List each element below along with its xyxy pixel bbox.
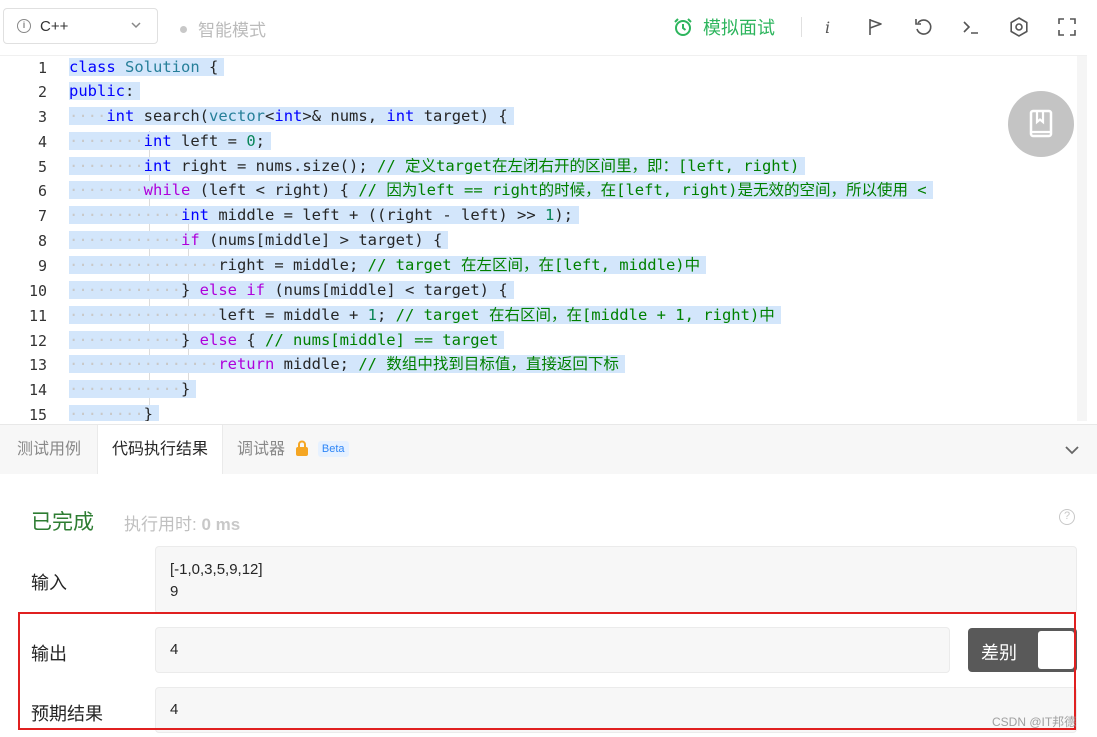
help-icon[interactable]: ?: [1059, 509, 1075, 525]
svg-text:i: i: [825, 18, 830, 37]
notes-button[interactable]: [1008, 91, 1074, 157]
flag-icon[interactable]: [864, 16, 886, 38]
line-number: 3: [37, 108, 47, 126]
line-number: 6: [37, 182, 47, 200]
line-number: 13: [28, 356, 47, 374]
line-number: 15: [28, 406, 47, 421]
runtime-text: 执行用时: 0 ms: [124, 510, 240, 535]
editor-scrollbar[interactable]: [1077, 56, 1087, 421]
line-number: 12: [28, 332, 47, 350]
code-line[interactable]: ········}: [69, 403, 159, 421]
code-line[interactable]: ········int left = 0;: [69, 130, 272, 152]
input-line: 9: [170, 583, 179, 600]
line-number: 7: [37, 207, 47, 225]
code-line[interactable]: ············if (nums[middle] > target) {: [69, 229, 449, 251]
reset-icon[interactable]: [912, 16, 934, 38]
line-number: 10: [28, 282, 47, 300]
line-number: 2: [37, 83, 47, 101]
input-line: [-1,0,3,5,9,12]: [170, 561, 263, 578]
smart-mode-toggle[interactable]: 智能模式: [180, 16, 266, 41]
chevron-down-icon[interactable]: [1063, 441, 1081, 459]
tab-debugger[interactable]: 调试器 Beta: [223, 425, 363, 475]
mock-interview-label: 模拟面试: [703, 18, 775, 38]
info-icon: i: [17, 19, 31, 33]
line-number: 1: [37, 59, 47, 77]
info-italic-icon[interactable]: i: [817, 16, 839, 38]
tab-execution-result[interactable]: 代码执行结果: [97, 425, 224, 475]
line-number: 4: [37, 133, 47, 151]
code-line[interactable]: ················left = middle + 1; // ta…: [69, 304, 781, 326]
result-panel-tabs: 测试用例 代码执行结果 调试器 Beta: [0, 424, 1097, 475]
code-line[interactable]: public:: [69, 80, 141, 102]
line-number: 8: [37, 232, 47, 250]
language-label: C++: [40, 18, 69, 35]
highlight-annotation-box: [18, 612, 1076, 730]
line-number-gutter: 1 2 3 4 5 6 7 8 9 10 11 12 13 14 15: [0, 56, 58, 421]
toolbar-divider: [801, 17, 802, 37]
smart-mode-dot: [180, 26, 187, 33]
input-label: 输入: [31, 573, 67, 593]
bookmark-book-icon: [1029, 109, 1053, 138]
runtime-label: 执行用时:: [124, 515, 197, 534]
input-box: [-1,0,3,5,9,12] 9: [155, 546, 1077, 614]
watermark: CSDN @IT邦德: [992, 715, 1077, 729]
alarm-clock-icon: [674, 18, 692, 36]
line-number: 11: [28, 307, 47, 325]
beta-badge: Beta: [317, 441, 349, 457]
lock-icon: [296, 440, 309, 456]
code-line[interactable]: ················return middle; // 数组中找到目…: [69, 353, 625, 375]
tab-testcases[interactable]: 测试用例: [3, 425, 95, 475]
code-line[interactable]: class Solution {: [69, 56, 225, 78]
line-number: 14: [28, 381, 47, 399]
line-number: 5: [37, 158, 47, 176]
toolbar: i C++ 智能模式 模拟面试 i: [0, 0, 1097, 55]
console-icon[interactable]: [960, 16, 982, 38]
runtime-value: 0 ms: [201, 515, 241, 534]
code-line[interactable]: ····int search(vector<int>& nums, int ta…: [69, 105, 514, 127]
code-line[interactable]: ············int middle = left + ((right …: [69, 204, 580, 226]
code-line[interactable]: ············} else if (nums[middle] < ta…: [69, 279, 514, 301]
fullscreen-icon[interactable]: [1056, 16, 1078, 38]
code-line[interactable]: ············}: [69, 378, 197, 400]
smart-mode-label: 智能模式: [198, 21, 266, 40]
code-line[interactable]: ············} else { // nums[middle] == …: [69, 329, 505, 351]
code-line[interactable]: ········int right = nums.size(); // 定义ta…: [69, 155, 806, 177]
status-text: 已完成: [31, 511, 94, 534]
language-select[interactable]: i C++: [3, 8, 158, 44]
chevron-down-icon: [131, 22, 141, 29]
settings-icon[interactable]: [1008, 16, 1030, 38]
line-number: 9: [37, 257, 47, 275]
tab-debugger-label: 调试器: [237, 441, 286, 458]
code-line[interactable]: ················right = middle; // targe…: [69, 254, 707, 276]
code-editor[interactable]: 1 2 3 4 5 6 7 8 9 10 11 12 13 14 15 clas…: [0, 55, 1087, 421]
code-line[interactable]: ········while (left < right) { // 因为left…: [69, 179, 933, 201]
mock-interview-button[interactable]: 模拟面试: [673, 14, 775, 40]
